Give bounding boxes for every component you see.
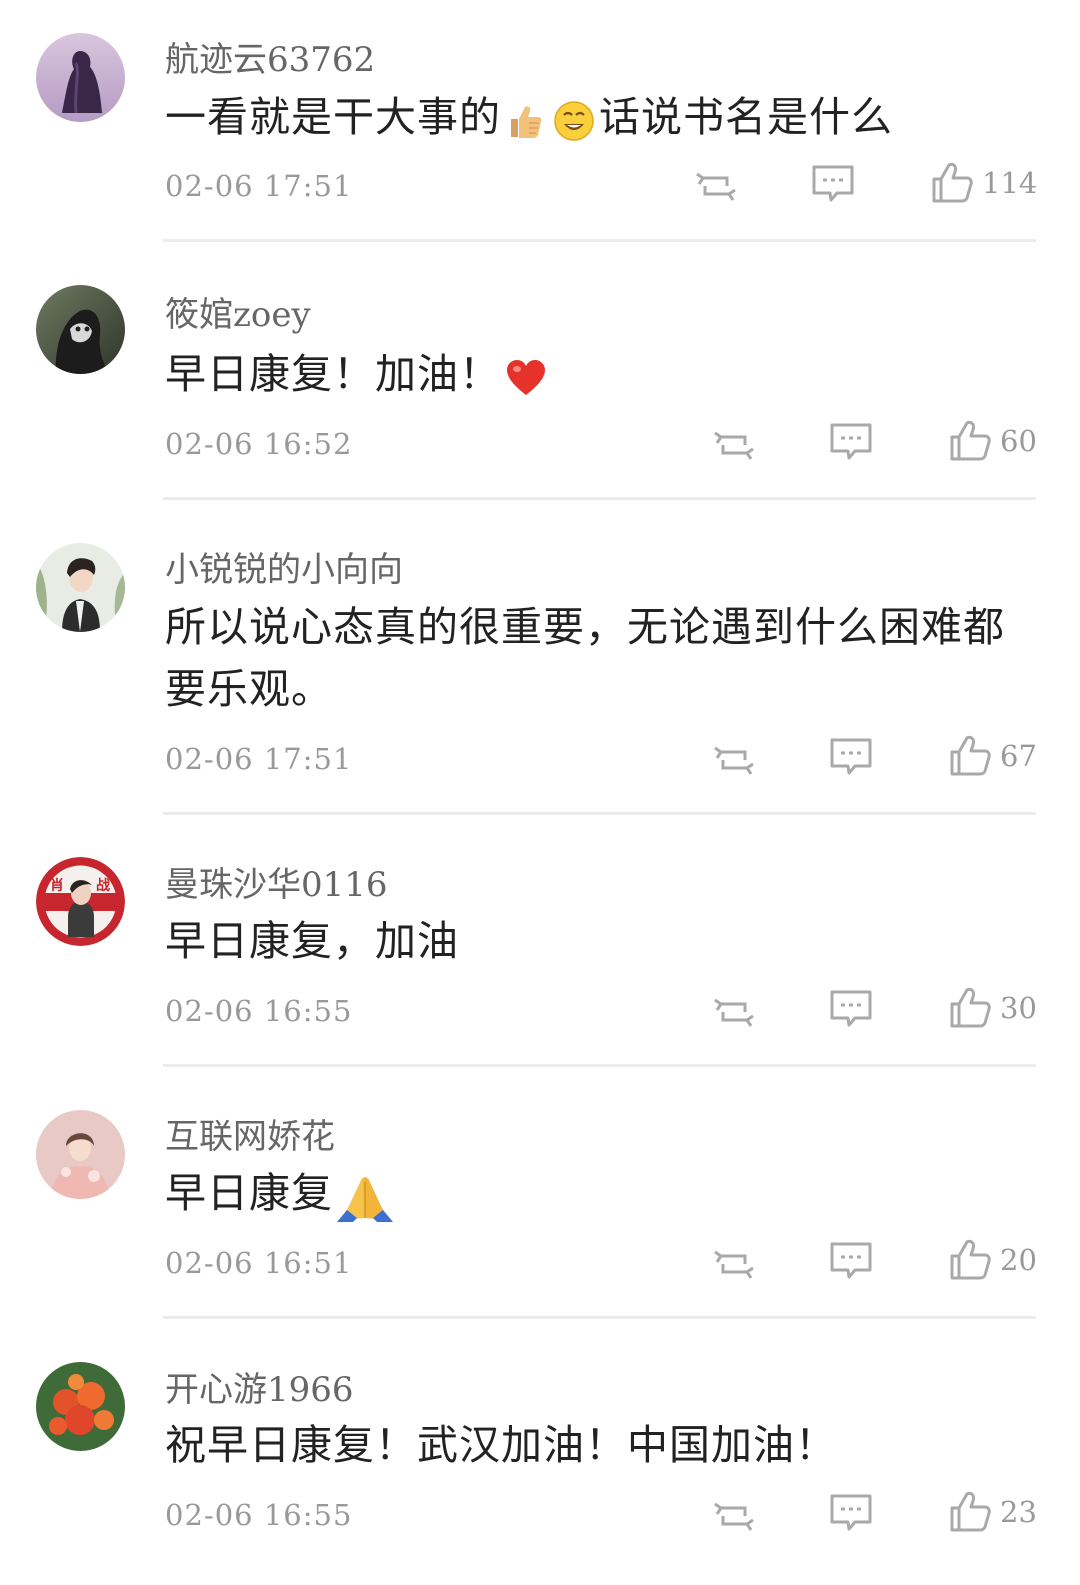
like-button[interactable]: 67	[948, 734, 1037, 778]
timestamp: 02-06 16:51	[165, 1246, 353, 1280]
like-button[interactable]: 114	[930, 161, 1037, 205]
comment-icon	[830, 1494, 872, 1531]
divider	[163, 497, 1036, 500]
timestamp: 02-06 17:51	[165, 742, 353, 776]
username[interactable]: 航迹云63762	[165, 40, 375, 80]
folded-hands-emoji	[337, 1172, 393, 1222]
like-icon	[950, 420, 991, 461]
avatar[interactable]	[36, 543, 125, 632]
repost-button[interactable]	[711, 990, 757, 1034]
timestamp: 02-06 16:52	[165, 427, 353, 461]
comment-button[interactable]	[829, 1239, 873, 1283]
repost-icon	[714, 431, 754, 460]
like-icon	[950, 987, 991, 1028]
comment-button[interactable]	[829, 987, 873, 1031]
repost-button[interactable]	[711, 1494, 757, 1538]
avatar-image: 肖 战	[36, 857, 125, 946]
comment-text: 早日康复！加油！	[165, 343, 1025, 405]
comment-button[interactable]	[829, 420, 873, 464]
avatar-text: 肖	[50, 877, 64, 894]
like-count: 23	[1000, 1495, 1037, 1529]
comment-text-segment: 早日康复	[165, 1169, 333, 1217]
comment-text: 早日康复	[165, 1162, 1025, 1224]
username[interactable]: 互联网娇花	[165, 1117, 335, 1157]
like-count: 60	[1000, 424, 1037, 458]
comment-text: 祝早日康复！武汉加油！中国加油！	[165, 1421, 837, 1469]
username[interactable]: 筱婠zoey	[165, 295, 311, 335]
divider	[163, 1064, 1036, 1067]
avatar-image	[36, 1110, 125, 1199]
red-heart-emoji	[505, 359, 547, 397]
timestamp: 02-06 16:55	[165, 994, 353, 1028]
avatar-text: 战	[96, 877, 110, 894]
like-count: 67	[1000, 739, 1037, 773]
comment-text-segment: 话说书名是什么	[599, 93, 893, 141]
like-count: 30	[1000, 991, 1037, 1025]
comment-text: 早日康复，加油	[165, 917, 459, 965]
divider	[163, 812, 1036, 815]
repost-button[interactable]	[711, 738, 757, 782]
comment-text: 所以说心态真的很重要，无论遇到什么困难都要乐观。	[165, 603, 1005, 713]
like-icon	[950, 1239, 991, 1280]
comment-list: 航迹云63762 一看就是干大事的 话说书名是什么 02-06 17:51 114	[0, 0, 1080, 1585]
like-count: 20	[1000, 1243, 1037, 1277]
comment-icon	[830, 423, 872, 460]
timestamp: 02-06 17:51	[165, 169, 353, 203]
timestamp: 02-06 16:55	[165, 1498, 353, 1532]
avatar[interactable]	[36, 33, 125, 122]
like-button[interactable]: 60	[948, 419, 1037, 463]
repost-button[interactable]	[711, 423, 757, 467]
like-button[interactable]: 20	[948, 1238, 1037, 1282]
thumbs-up-emoji	[505, 101, 545, 141]
comment-button[interactable]	[829, 1491, 873, 1535]
comment-button[interactable]	[829, 735, 873, 779]
repost-icon	[714, 1250, 754, 1279]
like-count: 114	[982, 166, 1038, 200]
like-icon	[950, 735, 991, 776]
avatar-image	[36, 1362, 125, 1451]
repost-button[interactable]	[693, 164, 739, 208]
repost-icon	[714, 998, 754, 1027]
comment-icon	[830, 990, 872, 1027]
avatar-image	[36, 33, 125, 122]
repost-button[interactable]	[711, 1242, 757, 1286]
username[interactable]: 小锐锐的小向向	[165, 550, 403, 590]
grinning-face-emoji	[553, 100, 595, 142]
avatar[interactable]: 肖 战	[36, 857, 125, 946]
like-button[interactable]: 30	[948, 986, 1037, 1030]
divider	[163, 239, 1036, 242]
comment-button[interactable]	[811, 162, 855, 206]
comment-icon	[830, 1242, 872, 1279]
like-icon	[932, 162, 973, 203]
repost-icon	[714, 746, 754, 775]
divider	[163, 1316, 1036, 1319]
comment-icon	[830, 738, 872, 775]
like-icon	[950, 1491, 991, 1532]
comment-icon	[812, 165, 854, 202]
comment-text-segment: 一看就是干大事的	[165, 93, 501, 141]
avatar[interactable]	[36, 285, 125, 374]
username[interactable]: 开心游1966	[165, 1370, 354, 1410]
repost-icon	[714, 1502, 754, 1531]
username[interactable]: 曼珠沙华0116	[165, 865, 388, 905]
avatar-image	[36, 543, 125, 632]
repost-icon	[696, 172, 736, 201]
comment-text: 一看就是干大事的 话说书名是什么	[165, 86, 1025, 148]
avatar[interactable]	[36, 1110, 125, 1199]
avatar[interactable]	[36, 1362, 125, 1451]
comment-text-segment: 早日康复！加油！	[165, 350, 501, 398]
avatar-image	[36, 285, 125, 374]
like-button[interactable]: 23	[948, 1490, 1037, 1534]
